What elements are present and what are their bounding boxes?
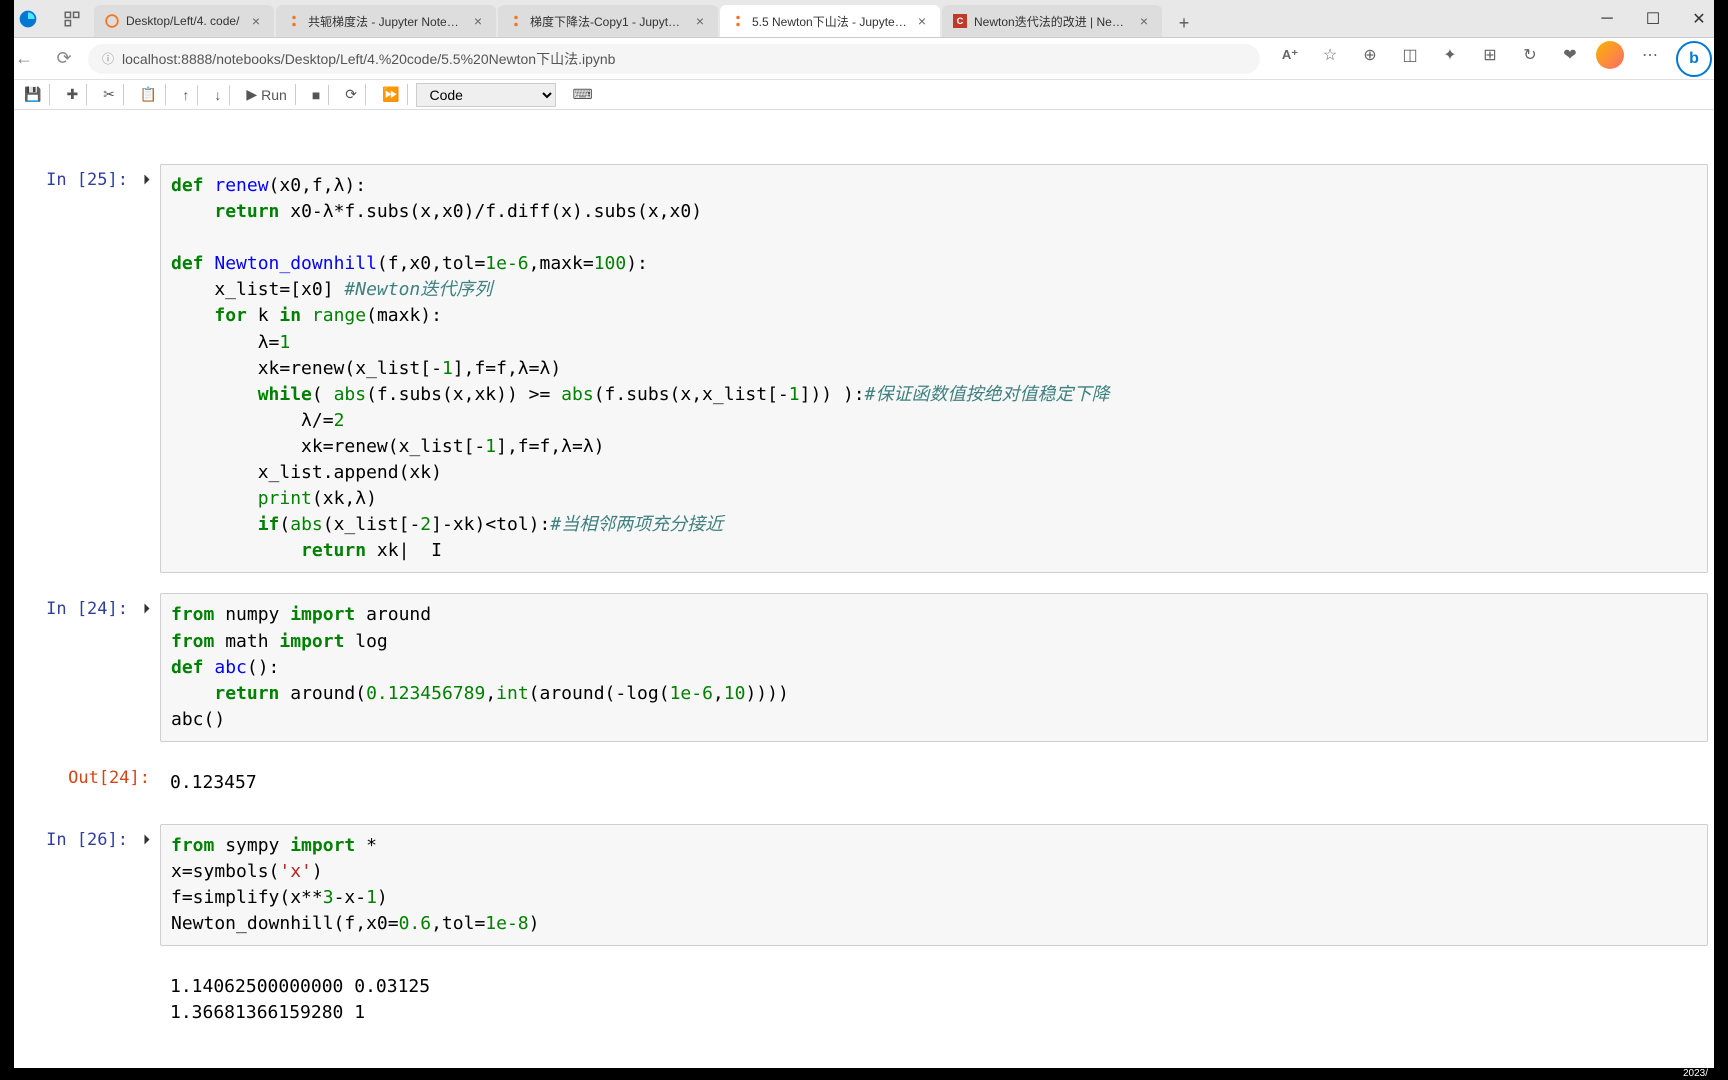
url-text: localhost:8888/notebooks/Desktop/Left/4.… <box>122 49 615 69</box>
code-cell-26[interactable]: In [26]: ⏵ from sympy import * x=symbols… <box>16 820 1712 950</box>
output-area: 0.123457 <box>160 762 1708 804</box>
new-tab-button[interactable]: + <box>1170 9 1198 37</box>
move-down-button[interactable]: ↓ <box>206 85 230 105</box>
jupyter-toolbar: 💾 ✚ ✂ 📋 ↑ ↓ ▶ Run ■ ⟳ ⏩ Code ⌨ <box>0 80 1728 110</box>
code-content[interactable]: def renew(x0,f,λ): return x0-λ*f.subs(x,… <box>171 173 1697 564</box>
restart-run-all-button[interactable]: ⏩ <box>374 84 408 105</box>
interrupt-button[interactable]: ■ <box>304 85 329 105</box>
collapse-toggle-icon[interactable]: ⏵ <box>132 170 150 573</box>
cell-type-select[interactable]: Code <box>416 83 556 107</box>
output-line: 1.36681366159280 1 <box>170 1000 1698 1026</box>
code-cell-25[interactable]: In [25]: ⏵ def renew(x0,f,λ): return x0-… <box>16 160 1712 577</box>
status-bar: 2023/ <box>0 1068 1728 1080</box>
run-button[interactable]: ▶ Run <box>238 84 295 105</box>
tab-strip: Desktop/Left/4. code/ × 共轭梯度法 - Jupyter … <box>94 0 1584 37</box>
cut-button[interactable]: ✂ <box>95 84 124 105</box>
output-prompt-empty <box>20 966 160 1034</box>
output-prompt: Out[24]: <box>20 762 160 804</box>
tab-title: Desktop/Left/4. code/ <box>126 14 242 28</box>
tab-title: 5.5 Newton下山法 - Jupyter Not <box>752 13 908 30</box>
collections-icon[interactable]: ⊞ <box>1476 41 1504 69</box>
save-button[interactable]: 💾 <box>16 84 50 105</box>
tab-3-active[interactable]: 5.5 Newton下山法 - Jupyter Not × <box>720 5 940 37</box>
extension-icon[interactable]: ⊕ <box>1356 41 1384 69</box>
copy-button[interactable]: 📋 <box>132 84 166 105</box>
output-text: 0.123457 <box>170 770 1698 796</box>
favorite-icon[interactable]: ☆ <box>1316 41 1344 69</box>
jupyter-icon <box>104 13 120 29</box>
output-area: 1.14062500000000 0.03125 1.3668136615928… <box>160 966 1708 1034</box>
status-date: 2023/ <box>1683 1068 1708 1079</box>
tab-title: 共轭梯度法 - Jupyter Notebook <box>308 13 464 30</box>
input-prompt: In [24]: ⏵ <box>20 593 160 741</box>
workspaces-icon[interactable] <box>60 7 84 31</box>
edge-logo-icon <box>16 7 40 31</box>
output-line: 1.14062500000000 0.03125 <box>170 974 1698 1000</box>
read-aloud-icon[interactable]: A⁺ <box>1276 41 1304 69</box>
close-icon[interactable]: × <box>248 13 264 29</box>
tab-1[interactable]: 共轭梯度法 - Jupyter Notebook × <box>276 5 496 37</box>
code-content[interactable]: from sympy import * x=symbols('x') f=sim… <box>171 833 1697 937</box>
svg-text:C: C <box>957 16 964 26</box>
command-palette-button[interactable]: ⌨ <box>564 84 600 105</box>
browser-titlebar: Desktop/Left/4. code/ × 共轭梯度法 - Jupyter … <box>0 0 1728 38</box>
jupyter-icon <box>286 13 302 29</box>
insert-cell-button[interactable]: ✚ <box>58 84 87 105</box>
collapse-toggle-icon[interactable]: ⏵ <box>132 599 150 741</box>
extensions-icon[interactable]: ❤ <box>1556 41 1584 69</box>
input-prompt: In [25]: ⏵ <box>20 164 160 573</box>
collapse-toggle-icon[interactable]: ⏵ <box>132 830 150 946</box>
tab-title: 梯度下降法-Copy1 - Jupyter Not <box>530 13 686 30</box>
close-icon[interactable]: × <box>692 13 708 29</box>
close-icon[interactable]: × <box>914 13 930 29</box>
output-cell-26: 1.14062500000000 0.03125 1.3668136615928… <box>16 962 1712 1038</box>
code-input[interactable]: from sympy import * x=symbols('x') f=sim… <box>160 824 1708 946</box>
maximize-button[interactable]: ☐ <box>1630 3 1676 35</box>
url-input[interactable]: ⓘ localhost:8888/notebooks/Desktop/Left/… <box>88 44 1260 74</box>
tab-2[interactable]: 梯度下降法-Copy1 - Jupyter Not × <box>498 5 718 37</box>
code-input[interactable]: from numpy import around from math impor… <box>160 593 1708 741</box>
refresh-button[interactable]: ⟳ <box>48 43 80 75</box>
history-icon[interactable]: ↻ <box>1516 41 1544 69</box>
favorites-bar-icon[interactable]: ✦ <box>1436 41 1464 69</box>
address-bar: ← ⟳ ⓘ localhost:8888/notebooks/Desktop/L… <box>0 38 1728 80</box>
tab-4[interactable]: C Newton迭代法的改进 | Newton × <box>942 5 1162 37</box>
jupyter-icon <box>508 13 524 29</box>
tab-title: Newton迭代法的改进 | Newton <box>974 13 1130 30</box>
notebook-container: In [25]: ⏵ def renew(x0,f,λ): return x0-… <box>0 110 1728 1039</box>
minimize-button[interactable]: ─ <box>1584 3 1630 35</box>
code-content[interactable]: from numpy import around from math impor… <box>171 602 1697 732</box>
restart-button[interactable]: ⟳ <box>337 84 366 105</box>
split-screen-icon[interactable]: ◫ <box>1396 41 1424 69</box>
jupyter-icon <box>730 13 746 29</box>
close-icon[interactable]: × <box>470 13 486 29</box>
close-icon[interactable]: × <box>1136 13 1152 29</box>
menu-icon[interactable]: ⋯ <box>1636 41 1664 69</box>
site-info-icon[interactable]: ⓘ <box>102 50 114 67</box>
move-up-button[interactable]: ↑ <box>174 85 198 105</box>
output-cell-24: Out[24]: 0.123457 <box>16 758 1712 808</box>
code-input[interactable]: def renew(x0,f,λ): return x0-λ*f.subs(x,… <box>160 164 1708 573</box>
profile-avatar[interactable] <box>1596 41 1624 69</box>
site-icon: C <box>952 13 968 29</box>
code-cell-24[interactable]: In [24]: ⏵ from numpy import around from… <box>16 589 1712 745</box>
bing-chat-button[interactable]: b <box>1676 41 1712 77</box>
tab-0[interactable]: Desktop/Left/4. code/ × <box>94 5 274 37</box>
input-prompt: In [26]: ⏵ <box>20 824 160 946</box>
window-controls: ─ ☐ ✕ <box>1584 3 1722 35</box>
